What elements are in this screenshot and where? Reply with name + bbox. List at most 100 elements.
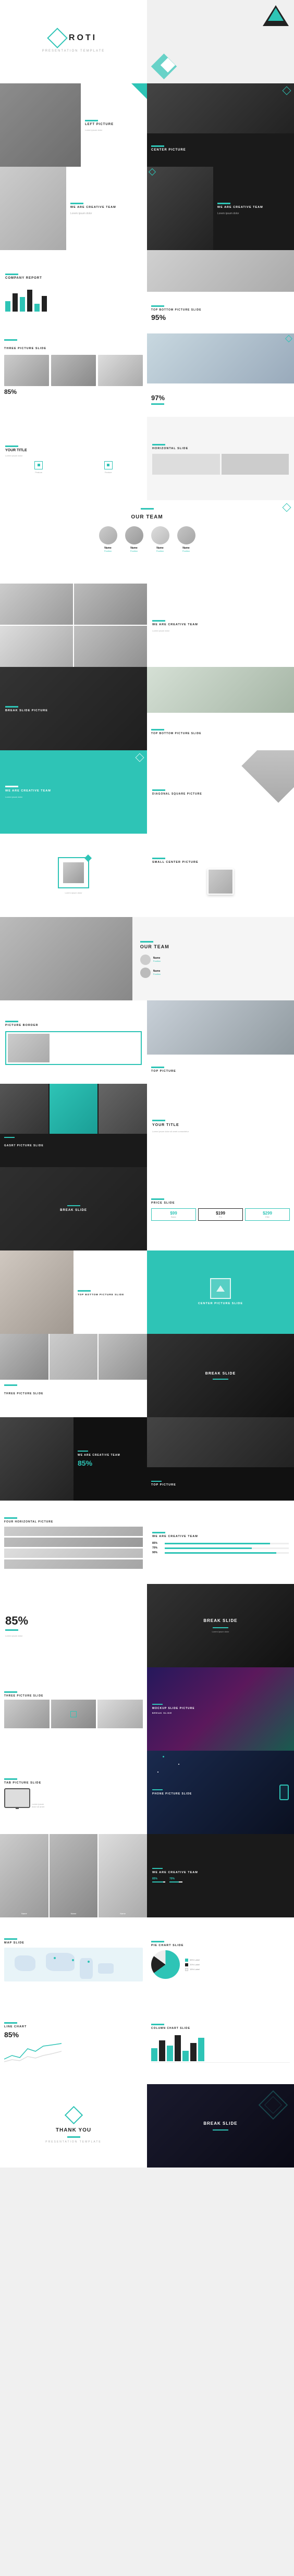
slide-our-team-full: OUR TEAM Name Position Name Position [0, 500, 294, 584]
slide-geometric [147, 0, 294, 83]
pct-85-dark: 85% [78, 1459, 143, 1467]
map-label: MAP SLIDE [4, 1941, 143, 1945]
small-center-label: SMALL CENTER PICTURE [152, 861, 289, 864]
slide-break-picture: BREAK SLIDE PICTURE [0, 667, 147, 750]
brand-name: ROTI [69, 33, 97, 43]
slide-logo: ROTI Presentation Template [0, 0, 147, 83]
break-final-label: BREAK SLIDE [203, 2121, 237, 2126]
slide-company-report: COMPANY REPORT [0, 250, 147, 333]
slide-creative-light: WE ARE CREATIVE TEAM Lorem ipsum dolor [0, 167, 147, 250]
row-12: OUR TEAM Name Position Name [0, 917, 294, 1000]
tab-picture-label: TAB PICTURE SLIDE [4, 1781, 143, 1785]
slide-creative-dark: WE ARE CREATIVE TEAM Lorem ipsum dolor [147, 167, 294, 250]
line-chart-pct: 85% [4, 2030, 143, 2039]
break-picture-label: BREAK SLIDE PICTURE [5, 709, 142, 713]
slide-85-2: 85% Lorem ipsum dolor [0, 1584, 147, 1667]
row-13: PICTURE BORDER TOP PICTURE [0, 1000, 294, 1084]
slide-top-picture-dark: TOP PICTURE [147, 1417, 294, 1501]
four-horiz-label: FOUR HORIZONTAL PICTURE [4, 1520, 143, 1524]
row-21: THREE PICTURE SLIDE MOCKUP SLIDE PICTURE… [0, 1667, 294, 1751]
our-team-2-label: OUR TEAM [140, 944, 286, 950]
slide-horizontal: HORIZONTAL SLIDE [147, 417, 294, 500]
pct-97: 97% [151, 394, 290, 402]
break-dark-2-text: Lorem ipsum dolor [212, 1630, 229, 1633]
your-title-text: Lorem ipsum dolor [5, 454, 142, 457]
creative-dark-2-label: WE ARE CREATIVE TEAM [78, 1454, 143, 1457]
picture-border-label: PICTURE BORDER [5, 1024, 142, 1027]
slide-tab-picture: TAB PICTURE SLIDE Lorem ipsumdolor sit a… [0, 1751, 147, 1834]
line-chart-svg [4, 2041, 62, 2064]
top-bottom-label: TOP BOTTOM PICTURE SLIDE [151, 308, 290, 312]
row-1: ROTI Presentation Template [0, 0, 294, 83]
slide-three-2: THREE PICTURE SLIDE [0, 1334, 147, 1417]
row-14: GASR7 PICTURE SLIDE YOUR TITLE Lorem ips… [0, 1084, 294, 1167]
three-picture-label: THREE PICTURE SLIDE [4, 347, 46, 350]
three-pct: 85% [4, 388, 143, 395]
slide-picture-border: PICTURE BORDER [0, 1000, 147, 1084]
three-3-label: THREE PICTURE SLIDE [4, 1694, 143, 1698]
center-label: CENTER PICTURE [151, 148, 290, 153]
thank-you-sub: PRESENTATION TEMPLATE [45, 2140, 101, 2144]
center-picture-teal-label: CENTER PICTURE SLIDE [198, 1302, 243, 1306]
slide-left-picture: LEFT PICTURE Lorem ipsum dolor [0, 83, 147, 167]
creative-dark-text: Lorem ipsum dolor [217, 212, 290, 216]
your-title-2-label: YOUR TITLE [152, 1123, 289, 1128]
slide-four-horiz: FOUR HORIZONTAL PICTURE [0, 1501, 147, 1584]
horizontal-label: HORIZONTAL SLIDE [152, 447, 289, 451]
slide-center-picture-teal: CENTER PICTURE SLIDE [147, 1250, 294, 1334]
top-picture-label: TOP PICTURE [151, 1070, 290, 1073]
left-picture-text: Lorem ipsum dolor [85, 129, 143, 132]
row-25: LINE CHART 85% COLUMN CHART SLIDE [0, 2001, 294, 2084]
slide-your-title-2: YOUR TITLE Lorem ipsum dolor sit amet co… [147, 1084, 294, 1167]
gasr7-label: GASR7 PICTURE SLIDE [4, 1144, 44, 1147]
row-17: THREE PICTURE SLIDE BREAK SLIDE [0, 1334, 294, 1417]
column-chart-label: COLUMN CHART SLIDE [151, 2027, 290, 2030]
row-22: TAB PICTURE SLIDE Lorem ipsumdolor sit a… [0, 1751, 294, 1834]
slide-our-team-2: OUR TEAM Name Position Name [0, 917, 294, 1000]
row-18: WE ARE CREATIVE TEAM 85% TOP PICTURE [0, 1417, 294, 1501]
row-2: LEFT PICTURE Lorem ipsum dolor CENTER PI… [0, 83, 294, 167]
row-5: THREE PICTURE SLIDE 85% 97% [0, 333, 294, 417]
slide-break-final: BREAK SLIDE [147, 2084, 294, 2168]
row-16: TOP BOTTOM PICTURE SLIDE CENTER PICTURE … [0, 1250, 294, 1334]
our-team-label: OUR TEAM [131, 514, 163, 520]
85-text: Lorem ipsum dolor [5, 1634, 142, 1637]
row-8: WE ARE CREATIVE TEAM Lorem ipsum dolor [0, 584, 294, 667]
price-label: PRICE SLIDE [151, 1202, 290, 1205]
row-6: YOUR TITLE Lorem ipsum dolor Feature Fea… [0, 417, 294, 500]
three-2-label: THREE PICTURE SLIDE [4, 1392, 43, 1395]
slide-price: PRICE SLIDE $99 Basic $199 Pro $299 Elit… [147, 1167, 294, 1250]
slide-phone-picture: PHONE PICTURE SLIDE [147, 1751, 294, 1834]
slide-97-pct: 97% [147, 333, 294, 417]
slide-top-bottom: TOP BOTTOM PICTURE SLIDE 95% [147, 250, 294, 333]
break-dark-label: BREAK SLIDE [60, 1209, 87, 1213]
mockup-dark-label: MOCKUP SLIDE PICTURE [152, 1707, 289, 1711]
slide-small-center: SMALL CENTER PICTURE [147, 834, 294, 917]
top-picture-dark-label: TOP PICTURE [151, 1483, 290, 1487]
slide-creative-dark-3: WE ARE CREATIVE TEAM 85% 70% [147, 1834, 294, 1917]
row-23: Name Name Name WE ARE CREATIVE TEAM 85% [0, 1834, 294, 1917]
brand-tagline: Presentation Template [42, 49, 105, 53]
pie-chart-label: PIE CHART SLIDE [151, 1944, 290, 1948]
break-2-label: BREAK SLIDE [205, 1371, 236, 1376]
slide-line-chart: LINE CHART 85% [0, 2001, 147, 2084]
slide-break-dark-2: BREAK SLIDE Lorem ipsum dolor [147, 1584, 294, 1667]
slide-pie-chart: PIE CHART SLIDE 65% Label 20% Label 15% … [147, 1917, 294, 2001]
diagonal-label: DIAGONAL SQUARE PICTURE [152, 792, 289, 796]
your-title-label: YOUR TITLE [5, 449, 142, 452]
slide-three-3: THREE PICTURE SLIDE [0, 1667, 147, 1751]
slide-gasr7: GASR7 PICTURE SLIDE [0, 1084, 147, 1167]
row-7: OUR TEAM Name Position Name Position [0, 500, 294, 584]
top-bottom-pct: 95% [151, 313, 290, 321]
left-picture-label: LEFT PICTURE [85, 123, 143, 127]
row-9: BREAK SLIDE PICTURE TOP BOTTOM PICTURE S… [0, 667, 294, 750]
bright-sq-text: Lorem ipsum dolor [65, 891, 82, 894]
company-report-label: COMPANY REPORT [5, 277, 142, 281]
creative-2-text: Lorem ipsum dolor [152, 629, 289, 632]
slide-top-bottom-2: TOP BOTTOM PICTURE SLIDE [147, 667, 294, 750]
slide-creative-teal: WE ARE CREATIVE TEAM Lorem ipsum dolor [0, 750, 147, 834]
creative-5-label: WE ARE CREATIVE TEAM [152, 1535, 289, 1539]
break-slide-label-2: BREAK SLIDE [152, 1712, 289, 1714]
slide-your-title: YOUR TITLE Lorem ipsum dolor Feature Fea… [0, 417, 147, 500]
top-bottom-2-label: TOP BOTTOM PICTURE SLIDE [151, 732, 290, 736]
